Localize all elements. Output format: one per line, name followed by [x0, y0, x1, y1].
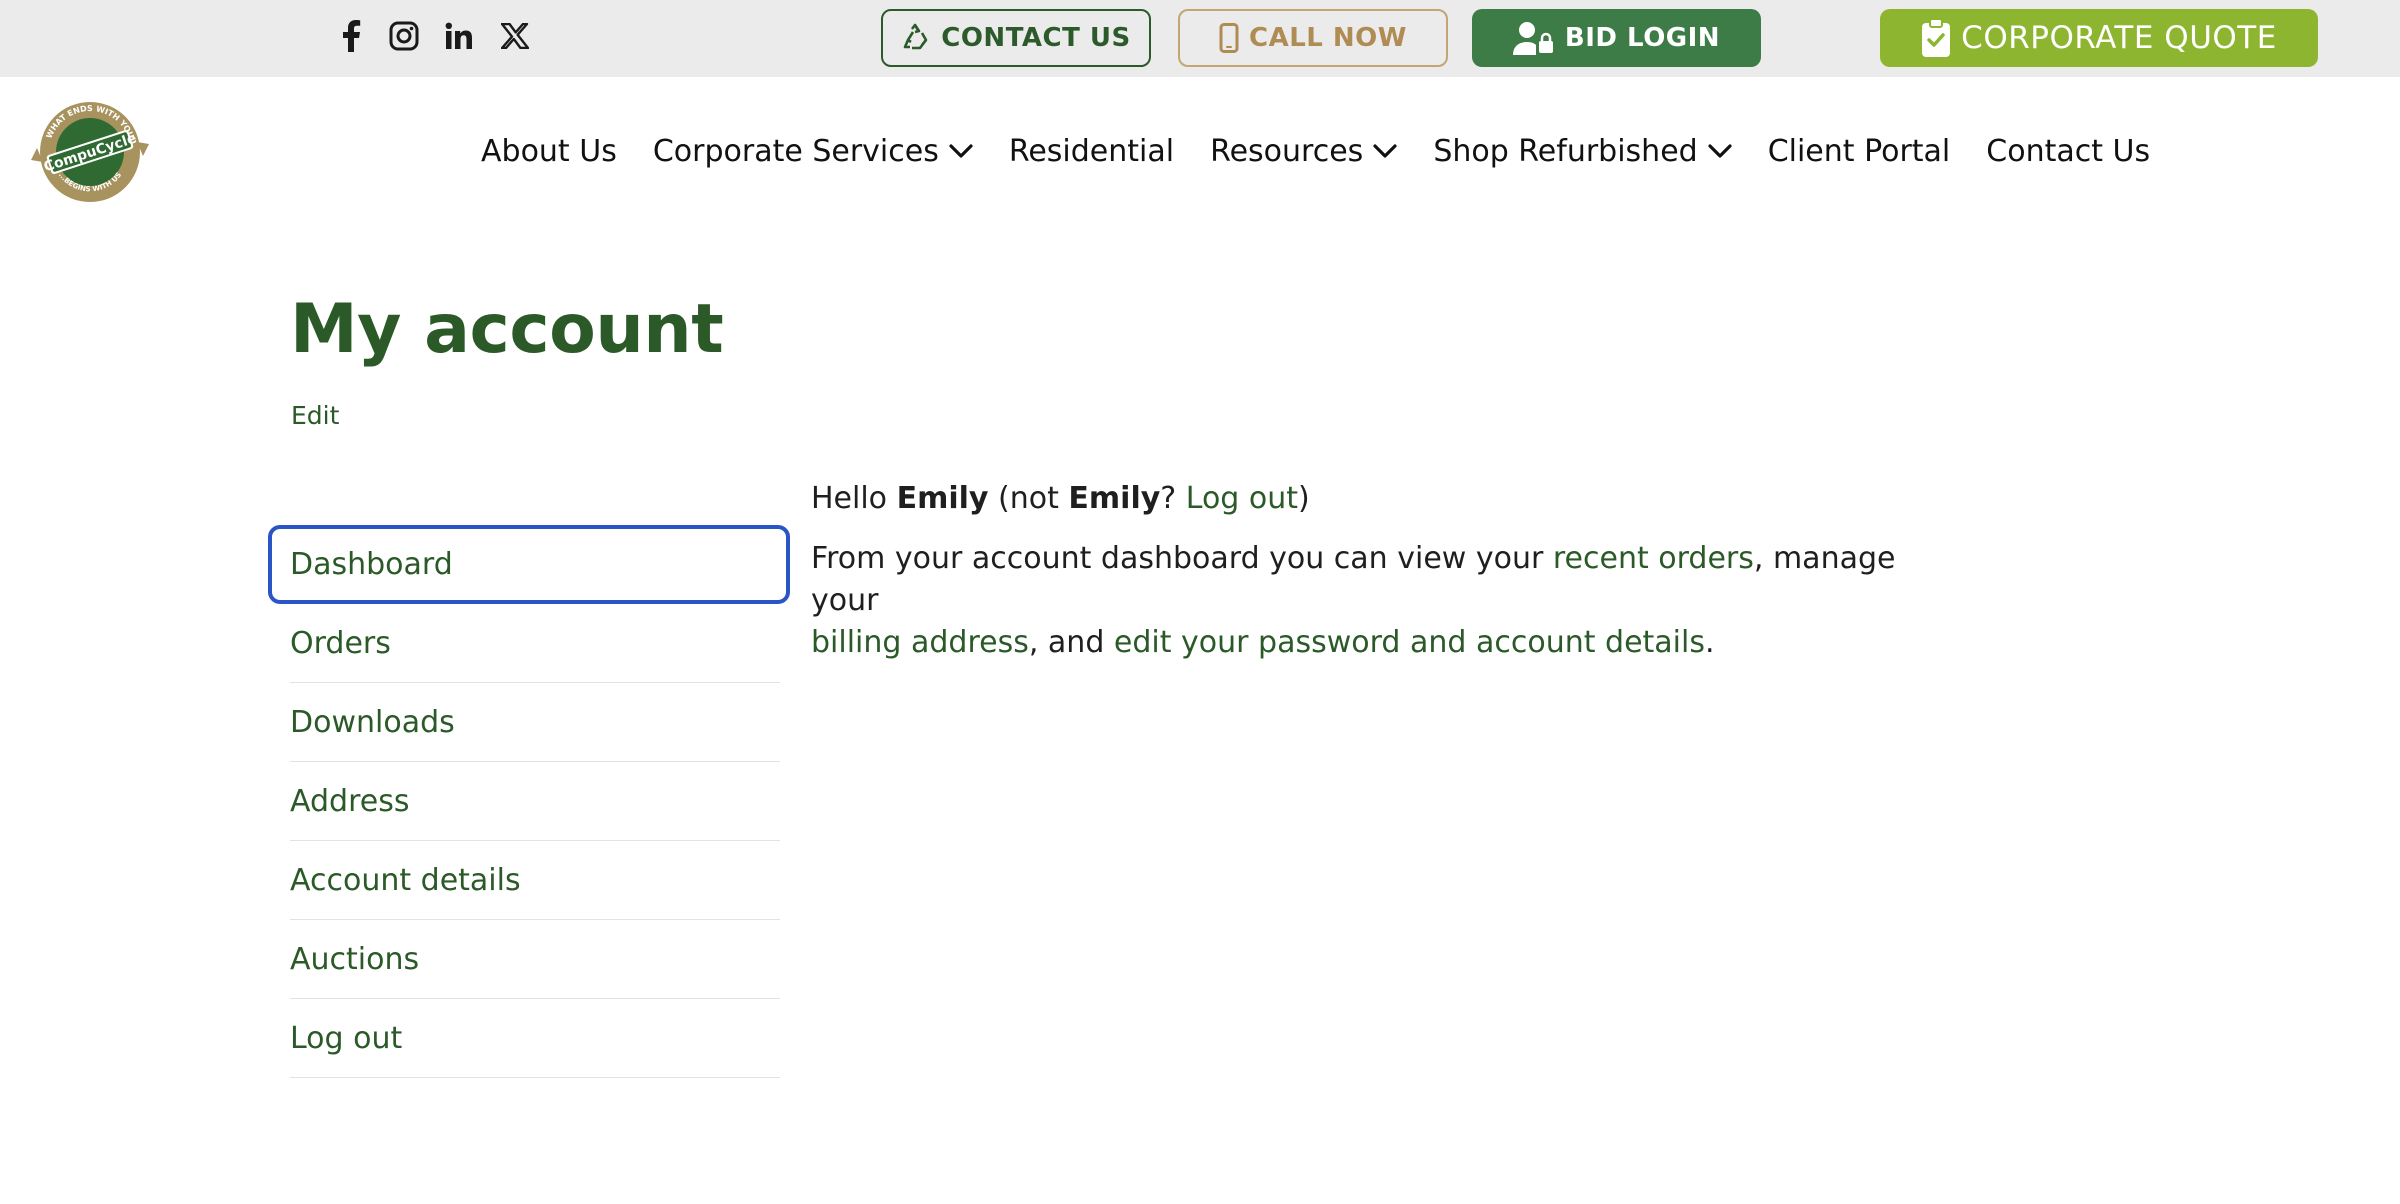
chevron-down-icon — [1373, 144, 1397, 158]
corporate-quote-button[interactable]: CORPORATE QUOTE — [1880, 9, 2318, 67]
page-title: My account — [290, 290, 724, 369]
nav-label: Contact Us — [1986, 133, 2151, 169]
billing-address-link[interactable]: billing address — [811, 625, 1029, 660]
user-name: Emily — [896, 481, 989, 516]
compucycle-logo[interactable]: WHAT ENDS WITH YOU ...BEGINS WITH US Com… — [27, 100, 153, 204]
and-text: , and — [1028, 625, 1105, 660]
account-nav-auctions[interactable]: Auctions — [290, 920, 780, 999]
nav-contact-us[interactable]: Contact Us — [1986, 134, 2150, 169]
question-mark: ? — [1160, 481, 1177, 516]
bid-login-button[interactable]: BID LOGIN — [1472, 9, 1761, 67]
nav-label: Residential — [1008, 133, 1175, 169]
facebook-icon[interactable] — [333, 18, 369, 54]
recycle-icon — [903, 23, 928, 50]
nav-corporate-services[interactable]: Corporate Services — [653, 134, 973, 169]
call-now-label: CALL NOW — [1249, 23, 1407, 53]
x-twitter-icon[interactable] — [497, 18, 533, 54]
edit-link[interactable]: Edit — [291, 401, 339, 430]
account-navigation: Dashboard Orders Downloads Address Accou… — [268, 525, 790, 1078]
edit-account-details-link[interactable]: edit your password and account details — [1114, 625, 1705, 660]
intro-text: From your account dashboard you can view… — [811, 541, 1544, 576]
recent-orders-link[interactable]: recent orders — [1553, 541, 1754, 576]
top-utility-bar: CONTACT US CALL NOW BID LOGIN CORPORATE … — [0, 0, 2400, 77]
nav-label: Client Portal — [1767, 133, 1951, 169]
contact-us-button[interactable]: CONTACT US — [881, 9, 1151, 67]
bid-login-label: BID LOGIN — [1564, 23, 1721, 53]
corporate-quote-label: CORPORATE QUOTE — [1961, 20, 2277, 56]
linkedin-icon[interactable] — [441, 18, 477, 54]
nav-residential[interactable]: Residential — [1009, 134, 1174, 169]
account-nav-downloads[interactable]: Downloads — [290, 683, 780, 762]
call-now-button[interactable]: CALL NOW — [1178, 9, 1448, 67]
chevron-down-icon — [949, 144, 973, 158]
close-paren: ) — [1298, 481, 1310, 516]
account-nav-log-out[interactable]: Log out — [290, 999, 780, 1078]
nav-label: Shop Refurbished — [1433, 133, 1698, 169]
contact-us-label: CONTACT US — [941, 23, 1131, 53]
not-text: (not — [998, 481, 1059, 516]
account-nav-dashboard[interactable]: Dashboard — [268, 525, 790, 604]
user-lock-icon — [1512, 22, 1553, 55]
account-nav-account-details[interactable]: Account details — [290, 841, 780, 920]
mobile-phone-icon — [1219, 23, 1239, 53]
dashboard-description: From your account dashboard you can view… — [811, 538, 1921, 664]
nav-client-portal[interactable]: Client Portal — [1768, 134, 1951, 169]
nav-label: Resources — [1210, 133, 1364, 169]
account-nav-address[interactable]: Address — [290, 762, 780, 841]
main-navigation: About Us Corporate Services Residential … — [481, 130, 2186, 172]
nav-shop-refurbished[interactable]: Shop Refurbished — [1433, 133, 1732, 169]
period-text: . — [1704, 625, 1715, 660]
clipboard-check-icon — [1922, 18, 1951, 57]
hello-text: Hello — [811, 481, 888, 516]
nav-label: About Us — [481, 133, 617, 169]
account-dashboard-content: Hello Emily (not Emily? Log out) From yo… — [811, 478, 1921, 682]
instagram-icon[interactable] — [386, 18, 422, 54]
log-out-link[interactable]: Log out — [1186, 481, 1298, 516]
nav-label: Corporate Services — [652, 133, 939, 169]
greeting-text: Hello Emily (not Emily? Log out) — [811, 478, 1921, 520]
nav-about-us[interactable]: About Us — [481, 134, 617, 169]
nav-resources[interactable]: Resources — [1210, 134, 1397, 169]
account-nav-orders[interactable]: Orders — [290, 604, 780, 683]
user-name-repeat: Emily — [1068, 481, 1161, 516]
chevron-down-icon — [1708, 144, 1732, 158]
